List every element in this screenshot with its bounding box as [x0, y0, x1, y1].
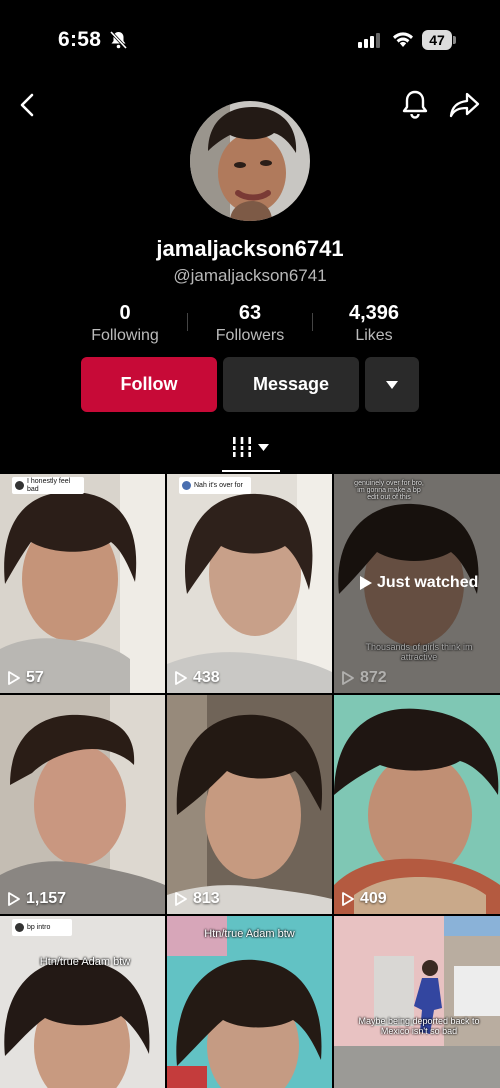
view-count: 813 — [175, 890, 220, 908]
reply-text: I honestly feel bad — [27, 477, 71, 493]
view-count: 409 — [342, 890, 387, 908]
battery-indicator: 47 — [422, 30, 452, 50]
reply-sticker: Nah it's over for — [179, 477, 251, 494]
back-icon[interactable] — [16, 92, 40, 118]
wifi-icon — [392, 30, 414, 53]
video-tile[interactable]: genuinely over for bro, im gonna make a … — [334, 474, 500, 693]
video-tile[interactable]: bp intro Htn/true Adam btw — [0, 916, 165, 1088]
view-count-value: 872 — [360, 669, 387, 686]
profile-avatar[interactable] — [190, 101, 310, 221]
video-caption: Maybe being deported back to Mexico isn'… — [358, 1016, 480, 1036]
stat-likes-label: Likes — [355, 327, 393, 344]
stat-likes[interactable]: 4,396 Likes — [309, 302, 439, 345]
silent-mode-icon — [109, 30, 128, 54]
just-watched-text: Just watched — [377, 574, 479, 591]
share-icon[interactable] — [449, 90, 481, 125]
reply-sticker: bp intro — [12, 919, 72, 936]
view-count: 1,157 — [8, 890, 66, 908]
reply-text: Nah it's over for — [194, 481, 243, 489]
video-tile[interactable]: Htn/true Adam btw — [167, 916, 332, 1088]
notification-bell-icon[interactable] — [401, 89, 429, 124]
view-count-value: 438 — [193, 669, 220, 686]
just-watched-label: Just watched — [359, 574, 478, 592]
video-tile[interactable]: Maybe being deported back to Mexico isn'… — [334, 916, 500, 1088]
video-tile[interactable]: 1,157 — [0, 695, 165, 914]
caret-down-icon — [258, 443, 269, 451]
play-icon — [8, 892, 20, 906]
more-options-button[interactable] — [365, 357, 419, 412]
view-count-value: 409 — [360, 890, 387, 907]
view-count-value: 1,157 — [26, 890, 67, 907]
caret-down-icon — [386, 380, 398, 389]
message-button[interactable]: Message — [223, 357, 359, 412]
video-caption: genuinely over for bro, im gonna make a … — [354, 480, 424, 501]
view-count-value: 57 — [26, 669, 44, 686]
view-count-value: 813 — [193, 890, 220, 907]
video-caption: Htn/true Adam btw — [39, 956, 131, 968]
stat-followers[interactable]: 63 Followers — [185, 302, 315, 345]
cellular-signal-icon — [358, 33, 380, 48]
stat-likes-value: 4,396 — [348, 302, 400, 324]
grid-columns-icon — [232, 437, 252, 457]
play-icon — [360, 576, 372, 590]
follow-button[interactable]: Follow — [81, 357, 217, 412]
videos-tab[interactable] — [232, 436, 269, 458]
video-tile[interactable]: 813 — [167, 695, 332, 914]
status-time: 6:58 — [58, 28, 102, 51]
active-tab-indicator — [222, 470, 280, 472]
stat-followers-value: 63 — [238, 302, 262, 324]
reply-text: bp intro — [27, 923, 51, 931]
play-icon — [175, 892, 187, 906]
view-count: 57 — [8, 669, 44, 687]
profile-handle: @jamaljackson6741 — [173, 266, 327, 285]
battery-tip — [453, 36, 456, 44]
video-caption: Thousands of girls think im attractive — [365, 642, 473, 662]
video-caption: Htn/true Adam btw — [204, 928, 295, 940]
stat-following-value: 0 — [119, 302, 131, 324]
stat-followers-label: Followers — [215, 327, 285, 344]
view-count: 872 — [342, 669, 387, 687]
video-tile[interactable]: Nah it's over for 438 — [167, 474, 332, 693]
view-count: 438 — [175, 669, 220, 687]
play-icon — [342, 671, 354, 685]
play-icon — [342, 892, 354, 906]
play-icon — [175, 671, 187, 685]
play-icon — [8, 671, 20, 685]
video-tile[interactable]: I honestly feel bad 57 — [0, 474, 165, 693]
stat-following[interactable]: 0 Following — [60, 302, 190, 345]
profile-username: jamaljackson6741 — [156, 236, 344, 261]
stat-following-label: Following — [91, 327, 159, 344]
video-tile[interactable]: 409 — [334, 695, 500, 914]
reply-sticker: I honestly feel bad — [12, 477, 84, 494]
